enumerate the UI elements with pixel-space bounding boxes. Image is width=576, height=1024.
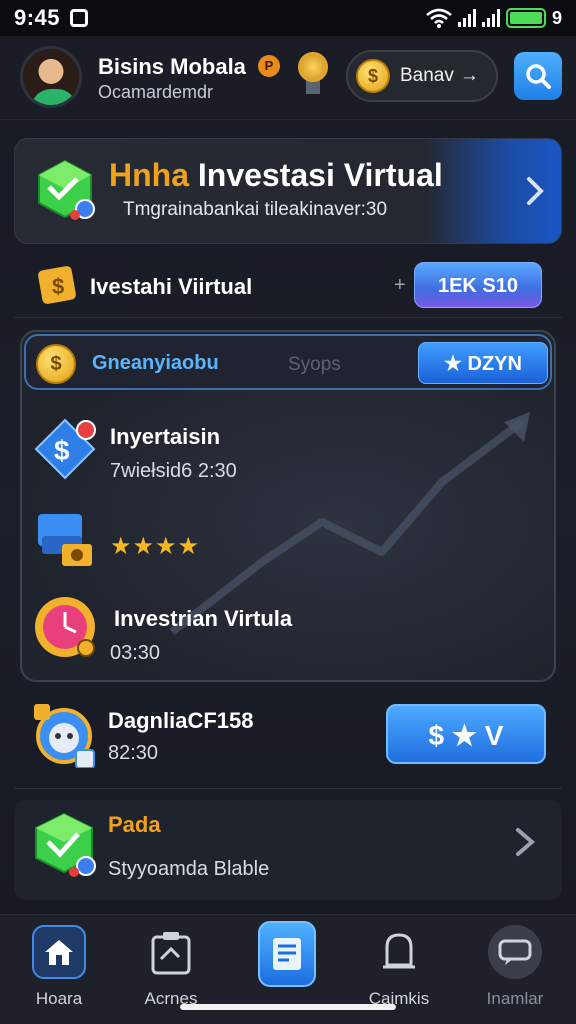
- list-item[interactable]: DagnliaCF158 82:30 $ ★ V: [14, 698, 562, 778]
- search-icon: [526, 64, 551, 89]
- coin-icon: $: [356, 59, 390, 93]
- divider: [14, 788, 562, 789]
- bell-icon: [372, 925, 426, 979]
- nav-home[interactable]: Hoara: [4, 925, 114, 1015]
- search-button[interactable]: [514, 52, 562, 100]
- cell-signal-icon: [457, 9, 476, 27]
- balance-arrow-icon: →: [459, 65, 479, 86]
- home-indicator[interactable]: [180, 1004, 396, 1010]
- status-bar: 9:45 9: [0, 0, 576, 36]
- avatar[interactable]: [20, 46, 82, 108]
- list-item[interactable]: Investrian Virtula 03:30: [22, 590, 554, 680]
- item-subtitle: 03:30: [110, 642, 161, 664]
- balance-label: Banav: [400, 65, 454, 86]
- nav-label: Inamlar: [486, 989, 544, 1008]
- item-subtitle: 7wiełsid6 2:30: [110, 460, 237, 482]
- nav-inbox[interactable]: Inamlar: [460, 925, 570, 1015]
- promo-banner[interactable]: Hnha Investasi Virtual Tmgrainabankai ti…: [14, 138, 562, 244]
- svg-text:$: $: [52, 274, 64, 299]
- virtual-investment-row[interactable]: $ Ivestahi Viirtual + 1EK S10: [14, 254, 562, 318]
- svg-text:$: $: [54, 435, 70, 466]
- cell-signal-2-icon: [481, 9, 500, 27]
- app-screen: 9:45 9 Bisins Mobala P Ocamardemdr $ Ban…: [0, 0, 576, 1024]
- item-title: Investrian Virtula: [114, 606, 293, 631]
- banner-title: Hnha Investasi Virtual: [109, 157, 443, 194]
- item-subtitle: 82:30: [108, 742, 159, 764]
- plus-icon: +: [394, 274, 406, 296]
- medal-icon[interactable]: [296, 50, 330, 94]
- tab-active[interactable]: Gneanyiaobu: [92, 352, 219, 375]
- item-title: DagnliaCF158: [108, 708, 254, 734]
- balance-pill[interactable]: $ Banav →: [346, 50, 498, 102]
- investment-panel: $ Gneanyiaobu Syops ★ DZYN $ Inyertaisin…: [20, 330, 556, 682]
- brand-name: Bisins Mobala: [98, 54, 246, 79]
- item-subtitle: Styyoamda Blable: [108, 858, 270, 880]
- dollar-star-button[interactable]: $ ★ V: [386, 704, 546, 764]
- green-cube-icon: [35, 812, 96, 877]
- wallet-cash-icon: [38, 514, 92, 566]
- blue-diamond-icon: $: [34, 418, 96, 480]
- item-title: Inyertaisin: [110, 424, 221, 449]
- wifi-icon: [426, 8, 452, 28]
- green-cube-icon: [38, 159, 95, 220]
- battery-icon: [505, 8, 546, 28]
- panel-star-button[interactable]: ★ DZYN: [418, 342, 548, 384]
- screen-record-icon: [70, 9, 89, 27]
- ticket-coin-icon: $: [38, 266, 76, 304]
- status-time: 9:45: [14, 5, 61, 30]
- chevron-right-icon[interactable]: [513, 169, 557, 213]
- nav-center[interactable]: [232, 921, 342, 1015]
- clock-gear-icon: [35, 597, 95, 657]
- chevron-right-icon[interactable]: [510, 822, 540, 862]
- item-title: Pada: [108, 812, 161, 837]
- row2-label: Ivestahi Viirtual: [90, 274, 253, 299]
- robot-coin-icon: [34, 704, 95, 768]
- app-header: Bisins Mobala P Ocamardemdr $ Banav →: [0, 36, 576, 120]
- gold-coin-icon: $: [36, 344, 76, 384]
- clipboard-icon: [144, 925, 198, 979]
- battery-level: 9: [551, 7, 562, 28]
- banner-title-accent: Hnha: [109, 157, 189, 193]
- chat-icon: [488, 925, 542, 979]
- banner-subtitle: Tmgrainabankai tileakinaver:30: [123, 199, 388, 220]
- rating-stars: ★★★★: [110, 533, 201, 560]
- item-title-text: DagnliaCF158: [108, 708, 254, 733]
- list-item[interactable]: Pada Styyoamda Blable: [14, 800, 562, 900]
- nav-label: Hoara: [35, 989, 83, 1008]
- nav-contacts[interactable]: Caimkis: [344, 925, 454, 1015]
- list-item[interactable]: ★★★★: [22, 502, 554, 582]
- status-icons: 9: [426, 8, 562, 29]
- panel-tab-bar: $ Gneanyiaobu Syops ★ DZYN: [24, 334, 552, 390]
- brand-subtitle: Ocamardemdr: [98, 82, 214, 102]
- list-item[interactable]: $ Inyertaisin 7wiełsid6 2:30: [22, 410, 554, 490]
- brand-badge: P: [258, 55, 280, 77]
- nav-actions[interactable]: Acrnes: [116, 925, 226, 1015]
- document-icon: [258, 921, 316, 987]
- home-icon: [32, 925, 86, 979]
- tab-inactive[interactable]: Syops: [288, 354, 341, 376]
- row2-action-button[interactable]: 1EK S10: [414, 262, 542, 308]
- banner-title-main: Investasi Virtual: [197, 157, 443, 193]
